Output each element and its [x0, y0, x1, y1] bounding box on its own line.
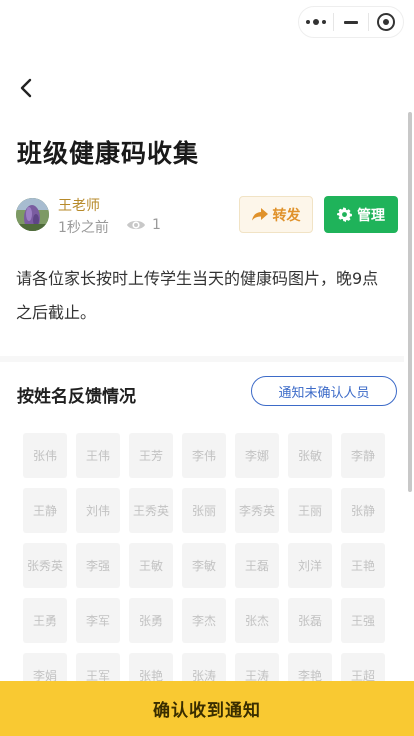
- more-button[interactable]: [299, 7, 333, 37]
- eye-icon: [127, 220, 145, 230]
- student-name-chip[interactable]: 王芳: [129, 433, 173, 478]
- post-time: 1秒之前: [58, 220, 109, 236]
- student-name-chip[interactable]: 李敏: [182, 543, 226, 588]
- manage-label: 管理: [357, 207, 385, 224]
- student-name-chip[interactable]: 张丽: [182, 488, 226, 533]
- student-name-chip[interactable]: 李静: [341, 433, 385, 478]
- student-name-chip[interactable]: 王艳: [341, 543, 385, 588]
- close-target-icon: [377, 13, 395, 31]
- avatar-image: [16, 198, 49, 231]
- student-name-chip[interactable]: 李杰: [182, 598, 226, 643]
- avatar[interactable]: [16, 198, 49, 231]
- student-name-chip[interactable]: 李伟: [182, 433, 226, 478]
- miniprogram-capsule: [298, 6, 404, 38]
- student-name-chip[interactable]: 王勇: [23, 598, 67, 643]
- page-title: 班级健康码收集: [17, 139, 200, 168]
- student-name-chip[interactable]: 张静: [341, 488, 385, 533]
- student-name-chip[interactable]: 张秀英: [23, 543, 67, 588]
- forward-label: 转发: [272, 207, 301, 224]
- student-name-chip[interactable]: 刘洋: [288, 543, 332, 588]
- student-name-chip[interactable]: 李秀英: [235, 488, 279, 533]
- student-name-chip[interactable]: 王磊: [235, 543, 279, 588]
- student-name-chip[interactable]: 李娜: [235, 433, 279, 478]
- manage-button[interactable]: 管理: [324, 196, 398, 233]
- student-name-chip[interactable]: 刘伟: [76, 488, 120, 533]
- student-name-chip[interactable]: 王丽: [288, 488, 332, 533]
- more-dots-icon: [306, 19, 326, 25]
- student-name-chip[interactable]: 王秀英: [129, 488, 173, 533]
- feedback-section-title: 按姓名反馈情况: [17, 387, 136, 407]
- scrollbar[interactable]: [408, 112, 412, 492]
- close-button[interactable]: [369, 7, 403, 37]
- minimize-icon: [344, 20, 358, 24]
- minimize-button[interactable]: [334, 7, 368, 37]
- student-name-chip[interactable]: 张勇: [129, 598, 173, 643]
- gear-icon: [337, 207, 352, 222]
- chevron-left-icon: [20, 78, 32, 98]
- student-name-chip[interactable]: 张敏: [288, 433, 332, 478]
- author-name[interactable]: 王老师: [58, 195, 100, 215]
- confirm-received-button[interactable]: 确认收到通知: [0, 681, 414, 736]
- view-count-value: 1: [152, 217, 161, 233]
- student-name-chip[interactable]: 张磊: [288, 598, 332, 643]
- student-name-chip[interactable]: 王敏: [129, 543, 173, 588]
- notify-unconfirmed-button[interactable]: 通知未确认人员: [251, 376, 397, 406]
- section-divider: [0, 356, 404, 362]
- forward-button[interactable]: 转发: [239, 196, 313, 233]
- view-count: 1: [126, 217, 161, 233]
- student-name-chip[interactable]: 李强: [76, 543, 120, 588]
- share-arrow-icon: [251, 208, 268, 221]
- student-name-chip[interactable]: 王静: [23, 488, 67, 533]
- student-name-chip[interactable]: 王伟: [76, 433, 120, 478]
- back-button[interactable]: [14, 76, 38, 100]
- student-name-chip[interactable]: 李军: [76, 598, 120, 643]
- post-description: 请各位家长按时上传学生当天的健康码图片，晚9点之后截止。: [16, 269, 379, 322]
- student-name-chip[interactable]: 王强: [341, 598, 385, 643]
- student-name-chip[interactable]: 张杰: [235, 598, 279, 643]
- student-name-chip[interactable]: 张伟: [23, 433, 67, 478]
